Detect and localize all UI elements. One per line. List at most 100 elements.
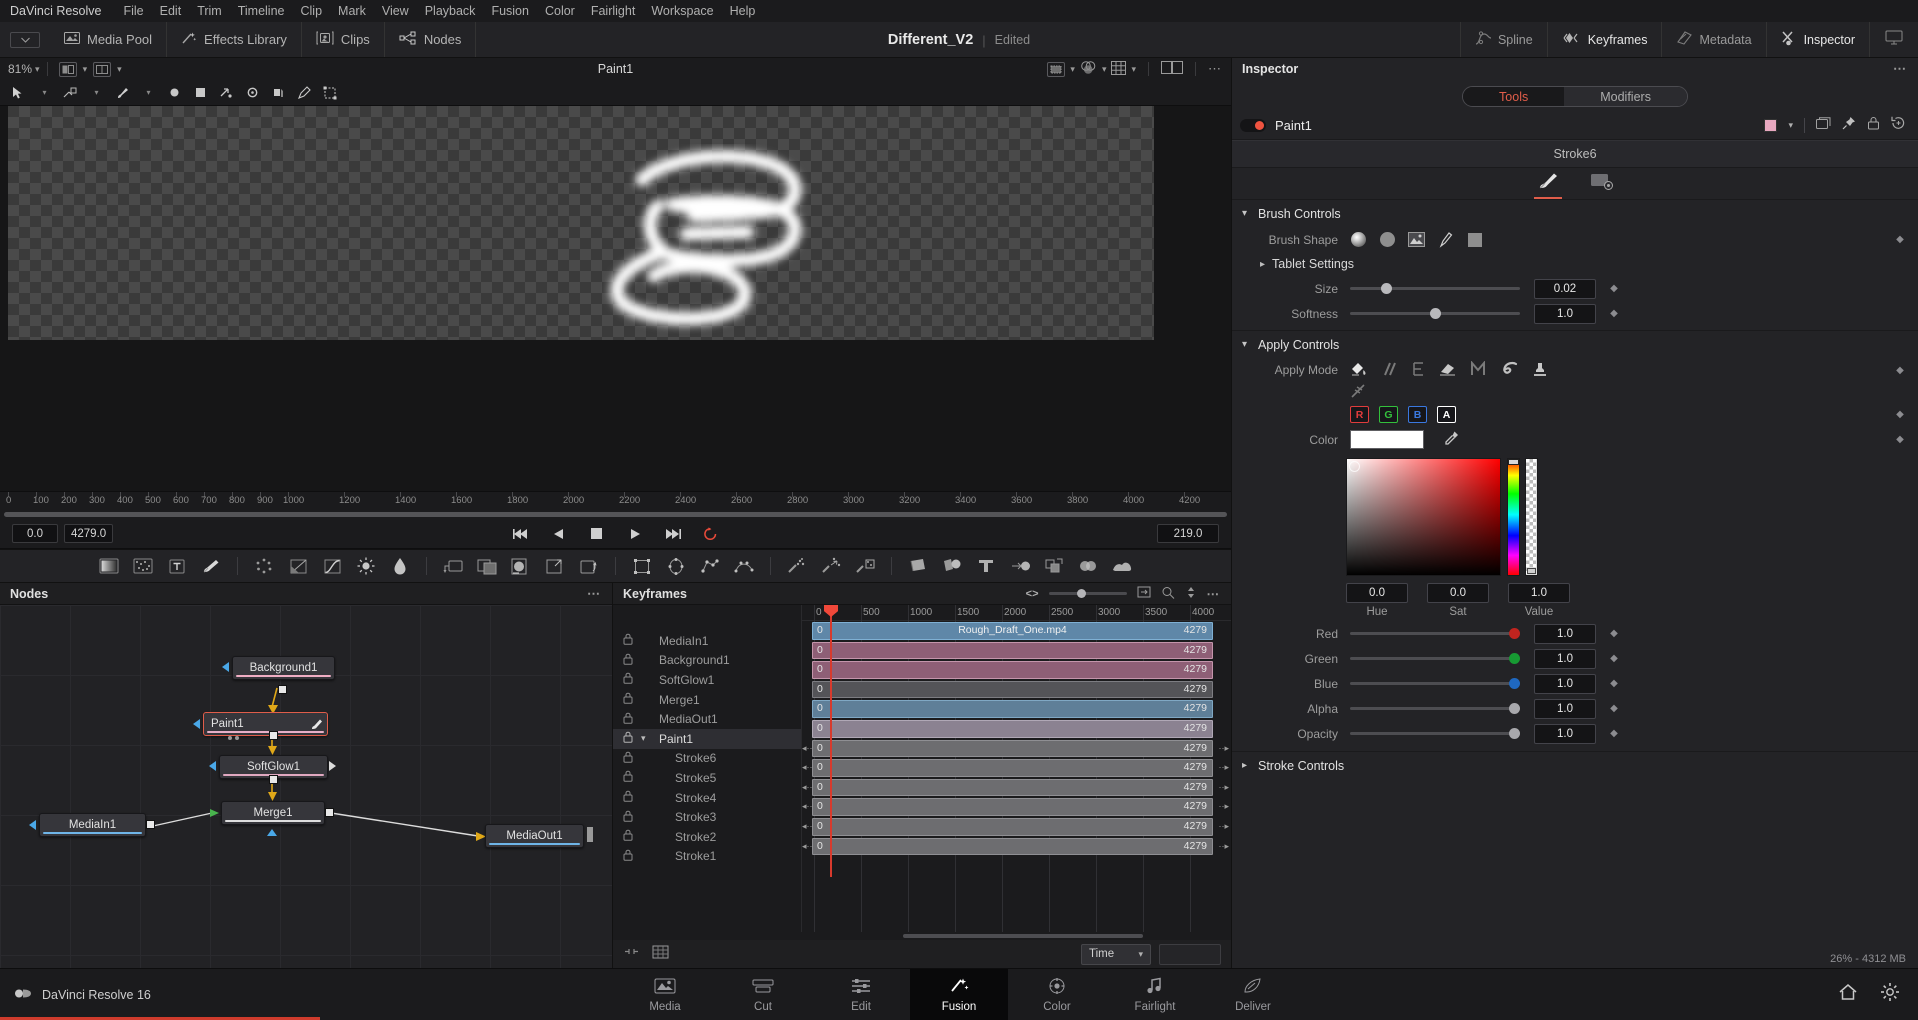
viewer-horizontal-scrollbar[interactable] — [0, 509, 1231, 519]
opacity-slider[interactable] — [1350, 728, 1520, 739]
prev-keyframe-icon[interactable]: ◂·· — [802, 821, 813, 832]
menu-item-trim[interactable]: Trim — [189, 0, 230, 22]
menu-item-davinci-resolve[interactable]: DaVinci Resolve — [8, 0, 115, 22]
keyframes-row-stroke1[interactable]: Stroke1 — [613, 847, 801, 867]
keyframes-row-mediain1[interactable]: MediaIn1 — [613, 631, 801, 651]
apply-mode-color-icon[interactable] — [1350, 361, 1368, 380]
alpha-cursor[interactable] — [1527, 568, 1536, 574]
noise-icon[interactable] — [128, 552, 158, 580]
blue-slider[interactable] — [1350, 678, 1520, 689]
arrow-tool-icon[interactable] — [214, 82, 238, 104]
channel-red-button[interactable]: R — [1350, 406, 1369, 423]
keyframes-row-paint1[interactable]: ▾ Paint1 — [613, 728, 801, 749]
apply-mode-stamp-icon[interactable] — [1532, 361, 1548, 380]
node-mask-port[interactable] — [329, 761, 336, 771]
polygon-mask-icon[interactable] — [695, 552, 725, 580]
lock-icon[interactable] — [1867, 116, 1880, 135]
keyframe-diamond-icon[interactable]: ◆ — [1604, 728, 1624, 739]
node-paint1[interactable]: Paint1 — [203, 712, 328, 736]
eyedropper-icon[interactable] — [1444, 430, 1460, 449]
keyframes-track-row[interactable]: ◂·· 0 4279 ··▸ — [802, 778, 1231, 798]
play-reverse-icon[interactable] — [549, 524, 569, 544]
lock-icon[interactable] — [623, 770, 633, 785]
fill-tool-icon[interactable] — [266, 82, 290, 104]
3d-transform-icon[interactable] — [1005, 552, 1035, 580]
brush-tool-icon[interactable] — [110, 82, 134, 104]
next-keyframe-icon[interactable]: ··▸ — [1218, 762, 1229, 773]
inspector-panel-button[interactable]: Inspector — [1765, 22, 1869, 57]
page-button-color[interactable]: Color — [1008, 969, 1106, 1020]
keyframes-row-mediaout1[interactable]: MediaOut1 — [613, 709, 801, 729]
play-icon[interactable] — [625, 524, 645, 544]
pan-tool-icon[interactable] — [58, 82, 82, 104]
color-corrector-icon[interactable] — [283, 552, 313, 580]
lock-icon[interactable] — [623, 829, 633, 844]
ellipse-mask-icon[interactable] — [661, 552, 691, 580]
alpha-strip[interactable] — [1525, 458, 1538, 576]
node-output-handle[interactable] — [269, 775, 278, 784]
keyframe-diamond-icon[interactable]: ◆ — [1890, 409, 1910, 420]
node-input-port[interactable] — [222, 662, 229, 672]
keyframes-options-icon[interactable]: ⋯ — [1207, 586, 1222, 601]
sv-cursor[interactable] — [1349, 461, 1360, 472]
channel-alpha-button[interactable]: A — [1437, 406, 1456, 423]
next-keyframe-icon[interactable]: ··▸ — [1218, 841, 1229, 852]
menu-item-help[interactable]: Help — [722, 0, 764, 22]
node-input-port[interactable] — [29, 820, 36, 830]
next-keyframe-icon[interactable]: ··▸ — [1218, 743, 1229, 754]
menu-item-fairlight[interactable]: Fairlight — [583, 0, 643, 22]
keyframes-horizontal-scrollbar[interactable] — [613, 932, 1231, 940]
media-pool-button[interactable]: Media Pool — [50, 22, 168, 57]
3d-replicate-icon[interactable] — [1039, 552, 1069, 580]
stroke-controls-section-header[interactable]: ▸ Stroke Controls — [1232, 752, 1918, 779]
inspector-options-icon[interactable]: ⋯ — [1893, 61, 1908, 77]
3d-text-icon[interactable] — [971, 552, 1001, 580]
prev-keyframe-icon[interactable]: ◂·· — [802, 782, 813, 793]
brush-shape-image-option[interactable] — [1408, 231, 1425, 248]
hue-value[interactable]: 0.0 — [1346, 583, 1408, 603]
pen-tool-icon[interactable] — [292, 82, 316, 104]
node-input-port[interactable] — [209, 761, 216, 771]
node-output-handle[interactable] — [278, 685, 287, 694]
keyframes-spreadsheet-icon[interactable] — [652, 945, 669, 964]
page-button-fusion[interactable]: Fusion — [910, 968, 1008, 1020]
menu-item-timeline[interactable]: Timeline — [230, 0, 293, 22]
menu-item-fusion[interactable]: Fusion — [483, 0, 537, 22]
blue-value[interactable]: 1.0 — [1534, 673, 1596, 694]
curves-icon[interactable] — [317, 552, 347, 580]
menu-item-edit[interactable]: Edit — [152, 0, 190, 22]
next-keyframe-icon[interactable]: ··▸ — [1218, 782, 1229, 793]
node-output-handle[interactable] — [325, 808, 334, 817]
prev-keyframe-icon[interactable]: ◂·· — [802, 841, 813, 852]
alpha-value[interactable]: 1.0 — [1534, 698, 1596, 719]
page-button-media[interactable]: Media — [616, 969, 714, 1020]
paint-tool-icon[interactable] — [196, 552, 226, 580]
lock-icon[interactable] — [623, 810, 633, 825]
brush-size-slider[interactable] — [1350, 283, 1520, 294]
red-value[interactable]: 1.0 — [1534, 623, 1596, 644]
apply-mode-erase-icon[interactable] — [1439, 361, 1457, 379]
chevron-down-icon[interactable]: ▾ — [1788, 120, 1793, 131]
bspline-mask-icon[interactable] — [729, 552, 759, 580]
dissolve-icon[interactable] — [472, 552, 502, 580]
opacity-value[interactable]: 1.0 — [1534, 723, 1596, 744]
menu-item-view[interactable]: View — [374, 0, 417, 22]
particle-emit-icon[interactable] — [782, 552, 812, 580]
viewer-canvas-area[interactable] — [0, 106, 1231, 491]
apply-mode-wire-icon[interactable] — [1350, 383, 1368, 402]
stop-icon[interactable] — [587, 524, 607, 544]
keyframes-sort-icon[interactable] — [1185, 586, 1197, 602]
node-effect-mask-port[interactable] — [267, 829, 277, 836]
prev-keyframe-icon[interactable]: ◂·· — [802, 801, 813, 812]
menu-item-mark[interactable]: Mark — [330, 0, 374, 22]
brush-shape-square-option[interactable] — [1466, 231, 1483, 248]
keyframes-zoom-slider[interactable] — [1048, 589, 1127, 598]
keyframes-fit-icon[interactable] — [1137, 586, 1151, 601]
spline-panel-button[interactable]: Spline — [1459, 22, 1547, 57]
pin-icon[interactable] — [1842, 116, 1856, 135]
keyframes-track-row[interactable]: 0 4279 — [802, 641, 1231, 661]
menu-item-color[interactable]: Color — [537, 0, 583, 22]
loop-icon[interactable] — [701, 524, 721, 544]
lock-icon[interactable] — [623, 633, 633, 648]
3d-merge-icon[interactable] — [1073, 552, 1103, 580]
